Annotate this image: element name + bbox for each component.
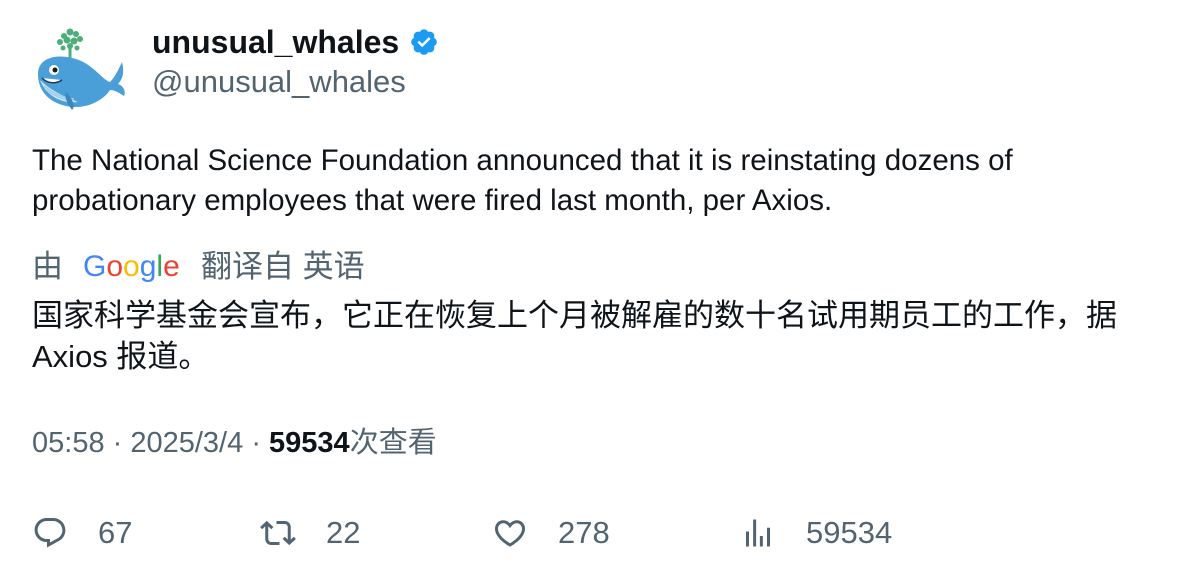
analytics-icon bbox=[746, 519, 770, 547]
heart-icon bbox=[494, 520, 526, 547]
author-name[interactable]: unusual_whales bbox=[152, 22, 439, 62]
views-label: 次查看 bbox=[349, 427, 437, 459]
translated-text: 国家科学基金会宣布，它正在恢复上个月被解雇的数十名试用期员工的工作，据 Axio… bbox=[32, 298, 1117, 374]
retweet-icon bbox=[260, 520, 296, 546]
retweet-button[interactable]: 22 bbox=[260, 511, 360, 555]
retweet-count: 22 bbox=[326, 515, 361, 550]
tweet-meta: 05:58 · 2025/3/4 · 59534次查看 bbox=[32, 423, 437, 463]
like-count: 278 bbox=[558, 515, 610, 550]
whale-logo-icon bbox=[38, 28, 125, 110]
meta-separator: · bbox=[251, 427, 270, 459]
meta-separator: · bbox=[112, 427, 131, 459]
reply-count: 67 bbox=[98, 515, 133, 550]
like-button[interactable]: 278 bbox=[492, 511, 610, 555]
tweet-date[interactable]: 2025/3/4 bbox=[130, 427, 243, 459]
translation-attribution: 由 Google 翻译自 英语 bbox=[32, 247, 365, 287]
views-button[interactable]: 59534 bbox=[740, 511, 892, 555]
reply-button[interactable]: 67 bbox=[32, 511, 132, 555]
views-count: 59534 bbox=[269, 427, 350, 459]
tweet-text: The National Science Foundation announce… bbox=[32, 144, 1013, 217]
verified-badge-icon bbox=[411, 29, 437, 55]
author-handle[interactable]: @unusual_whales bbox=[152, 62, 406, 102]
translation-suffix: 翻译自 英语 bbox=[201, 249, 365, 284]
svg-text:Google: Google bbox=[83, 250, 180, 283]
author-name-text[interactable]: unusual_whales bbox=[152, 22, 399, 62]
author-avatar[interactable] bbox=[32, 22, 128, 118]
google-logo-icon[interactable]: Google bbox=[83, 250, 181, 284]
tweet-time[interactable]: 05:58 bbox=[32, 427, 105, 459]
reply-icon bbox=[34, 518, 66, 548]
views-action-count: 59534 bbox=[806, 515, 893, 550]
translation-prefix: 由 bbox=[32, 249, 63, 284]
